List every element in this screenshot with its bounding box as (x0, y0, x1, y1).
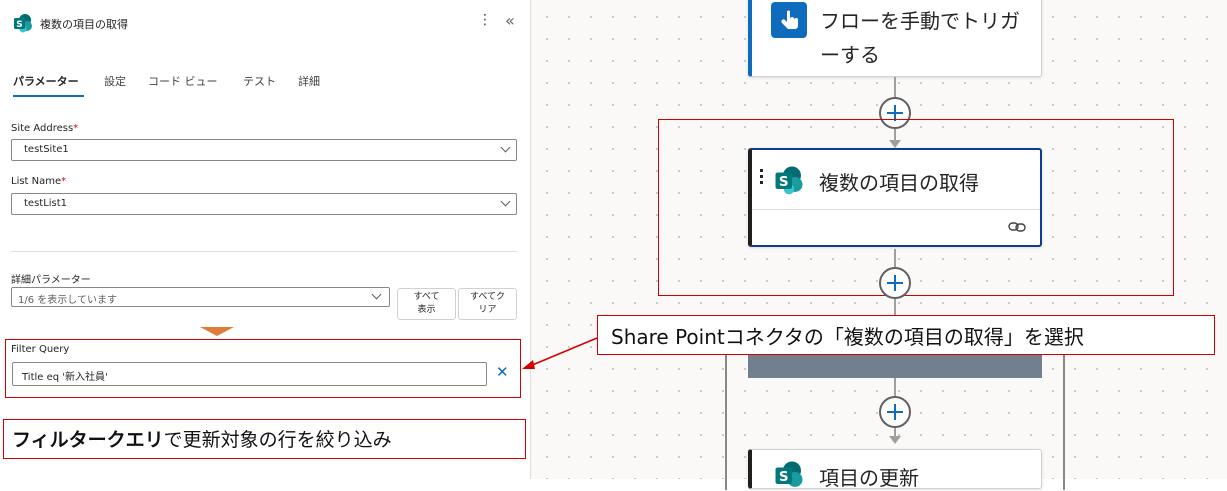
note-rest-text: で更新対象の行を絞り込み (163, 429, 392, 451)
note-bold-text: フィルタークエリ (12, 429, 164, 451)
annotation-arrow (522, 337, 598, 369)
note-text: フィルタークエリで更新対象の行を絞り込み (12, 425, 392, 452)
